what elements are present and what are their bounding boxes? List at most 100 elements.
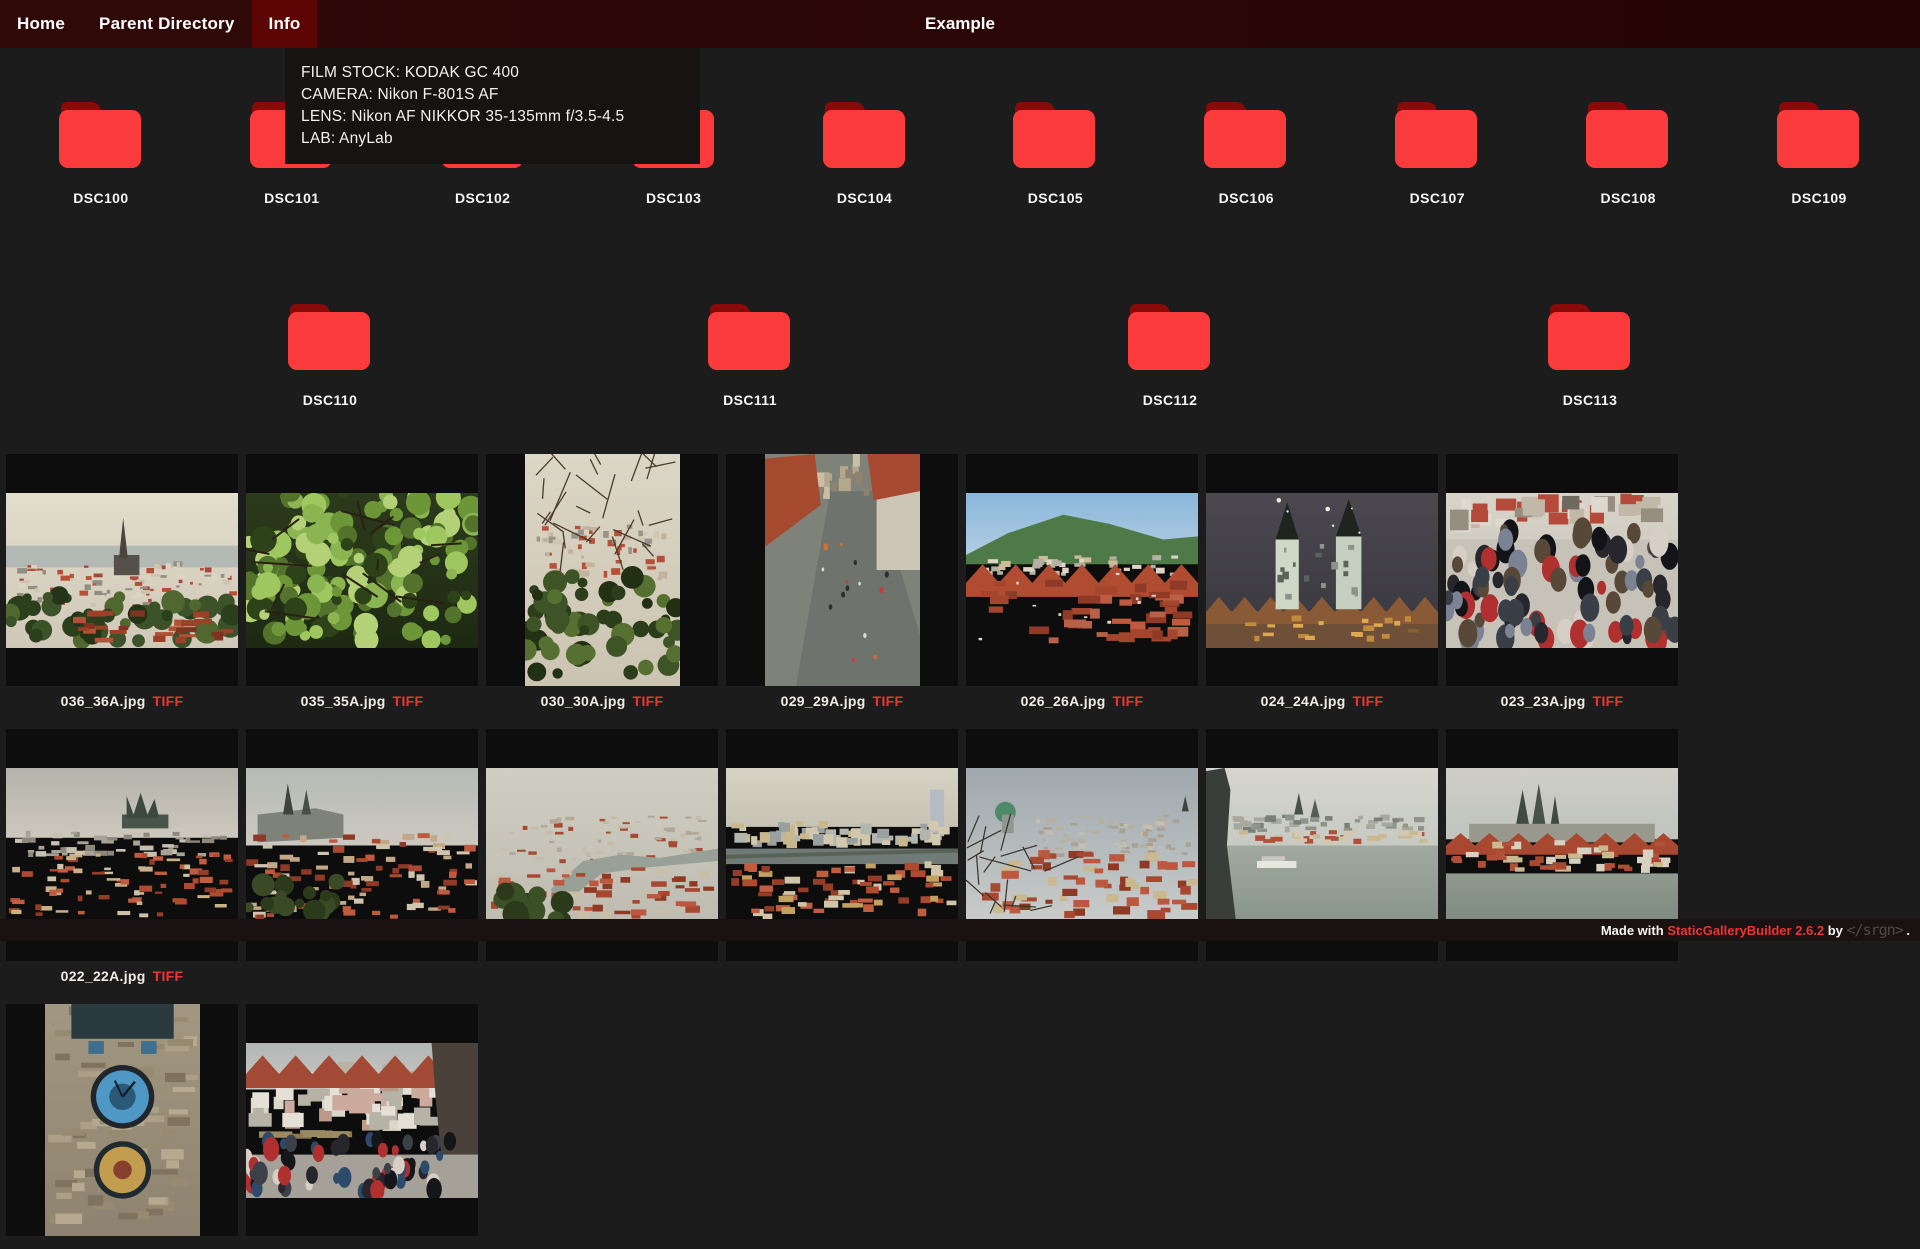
folder-icon <box>1013 102 1097 168</box>
footer-period: . <box>1906 923 1910 938</box>
folder-icon <box>823 102 907 168</box>
folder-label: DSC100 <box>73 190 128 206</box>
photo-caption: 023_23A.jpg TIFF <box>1446 686 1678 716</box>
photo-item <box>246 1004 478 1236</box>
folder-body-shape <box>1204 110 1286 168</box>
caption-filename: 029_29A.jpg <box>781 693 866 709</box>
folder-body-shape <box>1548 312 1630 370</box>
caption-format-tag[interactable]: TIFF <box>153 693 184 709</box>
photo-item <box>1206 729 1438 991</box>
caption-filename: 023_23A.jpg <box>1501 693 1586 709</box>
folder-icon <box>1395 102 1479 168</box>
folder-label: DSC111 <box>723 392 777 408</box>
info-line: CAMERA: Nikon F-801S AF <box>301 84 684 106</box>
photo-thumbnail[interactable] <box>966 454 1198 686</box>
photo-thumbnail[interactable] <box>486 454 718 686</box>
photo-thumbnail[interactable] <box>1446 454 1678 686</box>
folder-item-dsc110[interactable]: DSC110 <box>240 276 420 430</box>
folder-label: DSC108 <box>1600 190 1655 206</box>
photo-caption: 036_36A.jpg TIFF <box>6 686 238 716</box>
gallery-grid: 036_36A.jpgTIFF035_35A.jpgTIFF030_30A.jp… <box>0 454 1920 1249</box>
photo-thumbnail[interactable] <box>6 454 238 686</box>
folder-item-dsc108[interactable]: DSC108 <box>1538 74 1718 228</box>
folder-label: DSC104 <box>837 190 892 206</box>
folder-item-dsc107[interactable]: DSC107 <box>1347 74 1527 228</box>
folder-icon <box>59 102 143 168</box>
folder-body-shape <box>288 312 370 370</box>
folder-item-dsc105[interactable]: DSC105 <box>965 74 1145 228</box>
photo-item <box>246 729 478 991</box>
nav-items: HomeParent DirectoryInfo <box>0 0 317 48</box>
photo-caption: 026_26A.jpg TIFF <box>966 686 1198 716</box>
folder-label: DSC105 <box>1028 190 1083 206</box>
folder-body-shape <box>1013 110 1095 168</box>
nav-item-info[interactable]: Info <box>252 0 318 48</box>
caption-filename: 035_35A.jpg <box>301 693 386 709</box>
photo-caption: 029_29A.jpg TIFF <box>726 686 958 716</box>
photo-item: 029_29A.jpg TIFF <box>726 454 958 716</box>
info-panel: FILM STOCK: KODAK GC 400CAMERA: Nikon F-… <box>285 48 700 164</box>
nav-bar: HomeParent DirectoryInfo Example <box>0 0 1920 48</box>
footer-builder-link[interactable]: StaticGalleryBuilder 2.6.2 <box>1667 923 1824 938</box>
folder-body-shape <box>59 110 141 168</box>
folder-icon <box>1777 102 1861 168</box>
nav-item-home[interactable]: Home <box>0 0 82 48</box>
page-title: Example <box>925 0 995 48</box>
folder-item-dsc104[interactable]: DSC104 <box>775 74 955 228</box>
footer-srgn-logo[interactable]: </srgn> <box>1847 921 1903 939</box>
folder-item-dsc111[interactable]: DSC111 <box>660 276 840 430</box>
caption-format-tag[interactable]: TIFF <box>393 693 424 709</box>
footer-by: by <box>1828 923 1843 938</box>
photo-item <box>1446 729 1678 991</box>
photo-item: 035_35A.jpg TIFF <box>246 454 478 716</box>
caption-format-tag[interactable]: TIFF <box>873 693 904 709</box>
folder-icon <box>1548 304 1632 370</box>
caption-format-tag[interactable]: TIFF <box>633 693 664 709</box>
photo-item <box>726 729 958 991</box>
folder-label: DSC109 <box>1791 190 1846 206</box>
caption-filename: 024_24A.jpg <box>1261 693 1346 709</box>
folder-item-dsc100[interactable]: DSC100 <box>11 74 191 228</box>
folder-label: DSC103 <box>646 190 701 206</box>
photo-thumbnail[interactable] <box>6 1004 238 1236</box>
info-line: FILM STOCK: KODAK GC 400 <box>301 62 684 84</box>
caption-format-tag[interactable]: TIFF <box>1593 693 1624 709</box>
photo-item: 036_36A.jpg TIFF <box>6 454 238 716</box>
photo-item: 030_30A.jpgTIFF <box>486 454 718 716</box>
photo-item: 024_24A.jpg TIFF <box>1206 454 1438 716</box>
folder-body-shape <box>1777 110 1859 168</box>
photo-item <box>6 1004 238 1236</box>
folder-body-shape <box>708 312 790 370</box>
photo-thumbnail[interactable] <box>246 454 478 686</box>
footer-bar: Made with StaticGalleryBuilder 2.6.2 by … <box>0 919 1920 941</box>
folder-label: DSC102 <box>455 190 510 206</box>
caption-filename: 036_36A.jpg <box>61 693 146 709</box>
nav-item-parent-directory[interactable]: Parent Directory <box>82 0 251 48</box>
folder-item-dsc106[interactable]: DSC106 <box>1156 74 1336 228</box>
caption-filename: 026_26A.jpg <box>1021 693 1106 709</box>
folder-item-dsc112[interactable]: DSC112 <box>1080 276 1260 430</box>
folder-label: DSC112 <box>1143 392 1198 408</box>
photo-item: 022_22A.jpgTIFF <box>6 729 238 991</box>
photo-thumbnail[interactable] <box>246 1004 478 1236</box>
folder-icon <box>1128 304 1212 370</box>
folder-body-shape <box>823 110 905 168</box>
folder-body-shape <box>1395 110 1477 168</box>
folder-icon <box>288 304 372 370</box>
folder-label: DSC101 <box>264 190 319 206</box>
photo-item: 023_23A.jpg TIFF <box>1446 454 1678 716</box>
caption-format-tag[interactable]: TIFF <box>1353 693 1384 709</box>
folder-body-shape <box>1128 312 1210 370</box>
caption-format-tag[interactable]: TIFF <box>153 968 184 984</box>
photo-thumbnail[interactable] <box>1206 454 1438 686</box>
folder-label: DSC107 <box>1410 190 1465 206</box>
folder-label: DSC106 <box>1219 190 1274 206</box>
info-line: LAB: AnyLab <box>301 128 684 150</box>
folder-item-dsc109[interactable]: DSC109 <box>1729 74 1909 228</box>
caption-format-tag[interactable]: TIFF <box>1113 693 1144 709</box>
folder-item-dsc113[interactable]: DSC113 <box>1500 276 1680 430</box>
folder-body-shape <box>1586 110 1668 168</box>
folder-icon <box>708 304 792 370</box>
photo-thumbnail[interactable] <box>726 454 958 686</box>
footer-made-with: Made with <box>1601 923 1664 938</box>
